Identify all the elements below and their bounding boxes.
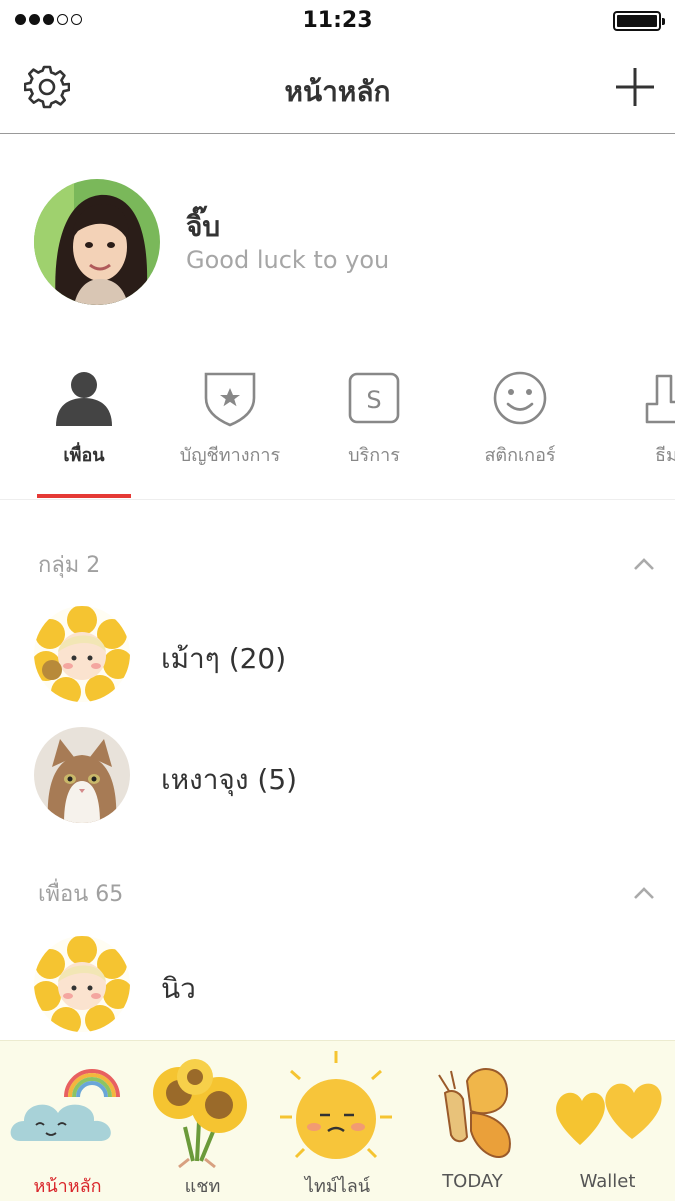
sunflower-bouquet-icon xyxy=(153,1059,247,1169)
hearts-icon xyxy=(556,1083,662,1145)
theme-brush-icon xyxy=(645,374,675,424)
nav-label: แชท xyxy=(184,1176,221,1197)
tab-friends[interactable]: เพื่อน xyxy=(19,360,149,498)
category-tabs: เพื่อน บัญชีทางการ S บริการ สติกเกอร์ ธี… xyxy=(0,360,675,500)
profile-name: จิ๊บ xyxy=(186,210,221,243)
nav-label: หน้าหลัก xyxy=(33,1176,102,1197)
tab-stickers[interactable]: สติกเกอร์ xyxy=(455,360,585,498)
sun-icon xyxy=(280,1051,392,1159)
friends-section-header[interactable]: เพื่อน 65 xyxy=(38,876,123,911)
nav-timeline[interactable]: ไทม์ไลน์ xyxy=(270,1041,405,1201)
svg-text:S: S xyxy=(366,386,381,414)
profile-status-message: Good luck to you xyxy=(186,246,390,274)
friend-name[interactable]: นิว xyxy=(161,967,196,1011)
tab-label: บัญชีทางการ xyxy=(179,445,281,466)
bottom-navigation-bar: หน้าหลัก แชท ไทม์ไลน์ TODAY Wallet xyxy=(0,1040,675,1201)
groups-section-header[interactable]: กลุ่ม 2 xyxy=(38,547,100,582)
tab-themes[interactable]: ธีม xyxy=(600,360,675,498)
tab-label: เพื่อน xyxy=(63,445,105,466)
top-header: หน้าหลัก xyxy=(0,44,675,134)
official-shield-icon xyxy=(204,372,256,427)
tab-label: บริการ xyxy=(348,445,400,466)
nav-label: ไทม์ไลน์ xyxy=(304,1176,371,1197)
smiley-icon xyxy=(493,371,547,425)
chevron-up-icon[interactable] xyxy=(633,886,655,900)
group-name[interactable]: เม้าๆ (20) xyxy=(161,637,286,681)
nav-wallet[interactable]: Wallet xyxy=(540,1041,675,1201)
nav-label: Wallet xyxy=(579,1171,636,1192)
butterfly-icon xyxy=(438,1068,511,1158)
nav-label: TODAY xyxy=(442,1171,503,1192)
nav-today[interactable]: TODAY xyxy=(405,1041,540,1201)
group-avatar[interactable] xyxy=(34,606,130,702)
battery-icon xyxy=(613,11,665,31)
service-s-icon: S xyxy=(348,372,400,424)
group-avatar[interactable] xyxy=(34,727,130,823)
tab-services[interactable]: S บริการ xyxy=(309,360,439,498)
active-tab-indicator xyxy=(37,494,131,498)
nav-chat[interactable]: แชท xyxy=(135,1041,270,1201)
nav-home[interactable]: หน้าหลัก xyxy=(0,1041,135,1201)
friend-avatar[interactable] xyxy=(34,936,130,1032)
plus-icon[interactable] xyxy=(615,67,655,107)
tab-label: สติกเกอร์ xyxy=(484,445,556,466)
status-bar: 11:23 xyxy=(0,0,675,44)
person-icon xyxy=(56,372,112,426)
chevron-up-icon[interactable] xyxy=(633,557,655,571)
status-time: 11:23 xyxy=(302,8,373,33)
cloud-rainbow-icon xyxy=(10,1069,120,1141)
tab-official-accounts[interactable]: บัญชีทางการ xyxy=(165,360,295,498)
tab-label: ธีม xyxy=(655,445,675,466)
profile-avatar[interactable] xyxy=(34,179,160,305)
page-title: หน้าหลัก xyxy=(284,75,391,108)
group-name[interactable]: เหงาจุง (5) xyxy=(161,758,297,802)
